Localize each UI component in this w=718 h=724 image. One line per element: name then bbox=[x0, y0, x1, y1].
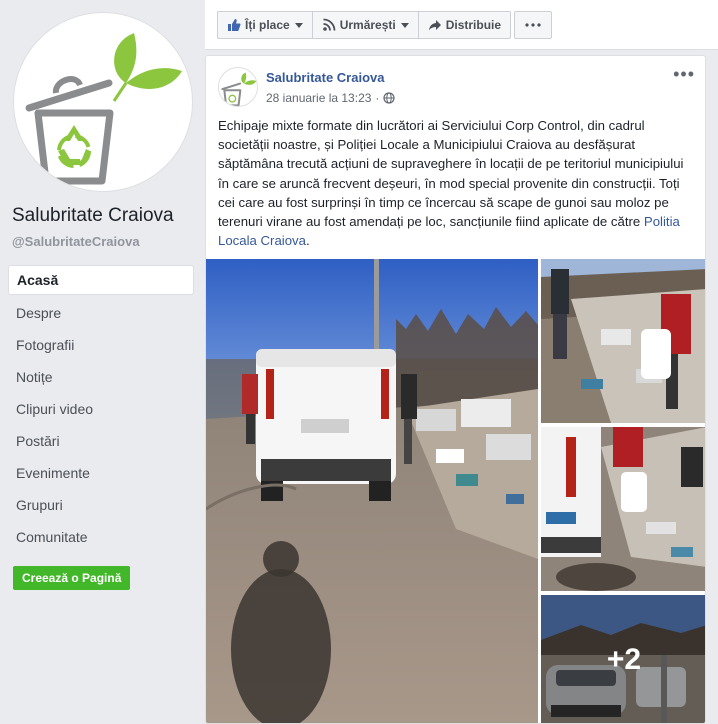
thumbs-up-icon bbox=[228, 19, 241, 31]
post-text-end: . bbox=[305, 233, 310, 249]
follow-page-button[interactable]: Urmărești bbox=[313, 12, 419, 38]
photo-workers-debris bbox=[541, 259, 705, 423]
page-username[interactable]: @SalubritateCraiova bbox=[12, 234, 140, 249]
post-photo-4[interactable]: +2 bbox=[541, 595, 705, 723]
post-photo-grid: +2 bbox=[206, 259, 705, 723]
nav-item-acasa[interactable]: Acasă bbox=[8, 265, 194, 295]
page-nav: Acasă Despre Fotografii Notițe Clipuri v… bbox=[8, 265, 194, 553]
like-page-button[interactable]: Îți place bbox=[218, 12, 313, 38]
chevron-down-icon bbox=[294, 22, 303, 28]
like-label: Îți place bbox=[245, 18, 290, 32]
photo-van-workers bbox=[541, 427, 705, 591]
more-options-button[interactable] bbox=[514, 11, 552, 39]
post-author-name[interactable]: Salubritate Craiova bbox=[266, 70, 385, 85]
page-action-bar: Îți place Urmărești Distribuie bbox=[205, 0, 718, 50]
page-profile-picture[interactable] bbox=[13, 12, 193, 192]
left-sidebar: Salubritate Craiova @SalubritateCraiova … bbox=[0, 0, 205, 724]
facebook-page: Salubritate Craiova @SalubritateCraiova … bbox=[0, 0, 718, 724]
nav-item-fotografii[interactable]: Fotografii bbox=[8, 329, 194, 361]
post-photo-3[interactable] bbox=[541, 427, 705, 591]
nav-item-postari[interactable]: Postări bbox=[8, 425, 194, 457]
nav-item-evenimente[interactable]: Evenimente bbox=[8, 457, 194, 489]
post-photo-1[interactable] bbox=[206, 259, 538, 723]
post-text: Echipaje mixte formate din lucrători ai … bbox=[218, 118, 684, 230]
recycle-bin-logo-icon bbox=[221, 72, 257, 106]
post-card: Salubritate Craiova 28 ianuarie la 13:23… bbox=[205, 55, 706, 724]
post-timestamp[interactable]: 28 ianuarie la 13:23 bbox=[266, 91, 371, 105]
rss-follow-icon bbox=[322, 18, 336, 31]
photo-van-roadside bbox=[206, 259, 538, 723]
nav-item-comunitate[interactable]: Comunitate bbox=[8, 521, 194, 553]
post-body: Echipaje mixte formate din lucrători ai … bbox=[218, 116, 698, 250]
post-options-button[interactable]: ••• bbox=[673, 64, 695, 85]
more-photos-overlay[interactable]: +2 bbox=[541, 595, 705, 723]
globe-icon[interactable] bbox=[383, 92, 396, 104]
chevron-down-icon bbox=[400, 22, 409, 28]
create-page-button[interactable]: Creează o Pagină bbox=[13, 566, 131, 590]
follow-label: Urmărești bbox=[339, 18, 396, 32]
nav-item-notite[interactable]: Notițe bbox=[8, 361, 194, 393]
nav-item-grupuri[interactable]: Grupuri bbox=[8, 489, 194, 521]
separator-dot: · bbox=[375, 91, 380, 105]
nav-item-clipuri-video[interactable]: Clipuri video bbox=[8, 393, 194, 425]
share-label: Distribuie bbox=[445, 18, 502, 32]
share-page-button[interactable]: Distribuie bbox=[419, 12, 510, 38]
share-arrow-icon bbox=[428, 20, 441, 31]
post-photo-2[interactable] bbox=[541, 259, 705, 423]
recycle-bin-logo-icon bbox=[25, 33, 182, 185]
action-button-group: Îți place Urmărești Distribuie bbox=[217, 11, 512, 39]
nav-item-despre[interactable]: Despre bbox=[8, 297, 194, 329]
post-author-avatar[interactable] bbox=[218, 67, 258, 107]
page-title[interactable]: Salubritate Craiova bbox=[12, 205, 174, 227]
post-meta: 28 ianuarie la 13:23 · bbox=[266, 91, 396, 105]
more-dots-icon bbox=[525, 23, 541, 27]
